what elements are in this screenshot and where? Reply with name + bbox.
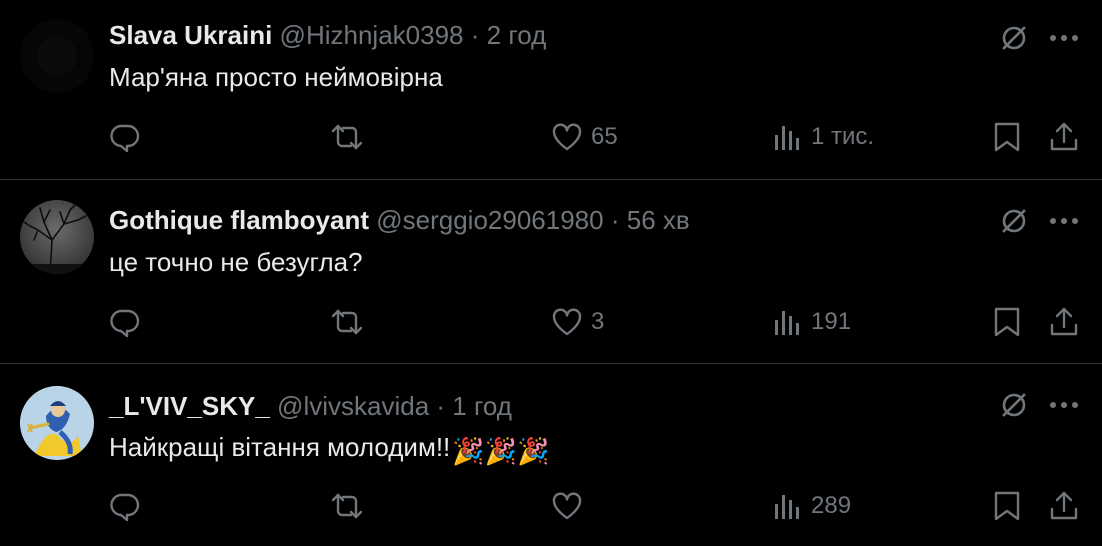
author-handle[interactable]: @lvivskavida [277, 391, 429, 421]
author-handle[interactable]: @serggio29061980 [376, 205, 603, 235]
reply-post[interactable]: Gothique flamboyant @serggio29061980 · 5… [0, 180, 1102, 364]
replies-feed: Slava Ukraini @Hizhnjak0398 · 2 год Мар'… [0, 0, 1102, 546]
post-time[interactable]: 56 хв [627, 205, 690, 235]
views-button[interactable]: 289 [773, 490, 851, 522]
post-time[interactable]: 1 год [452, 391, 512, 421]
views-button[interactable]: 1 тис. [773, 121, 874, 153]
party-popper-emoji: 🎉🎉🎉 [452, 436, 550, 466]
repost-icon [330, 490, 364, 522]
author-name[interactable]: Gothique flamboyant [109, 205, 369, 235]
post-text: Найкращі вітання молодим!!🎉🎉🎉 [109, 430, 549, 468]
grok-icon[interactable] [996, 387, 1032, 423]
views-count: 1 тис. [811, 123, 875, 150]
reply-button[interactable] [109, 490, 149, 522]
author-name[interactable]: Slava Ukraini [109, 20, 272, 50]
post-header: Slava Ukraini @Hizhnjak0398 · 2 год [109, 19, 546, 51]
post-text-content: Найкращі вітання молодим!! [109, 432, 451, 462]
reply-icon [109, 121, 141, 153]
separator-dot: · [436, 391, 446, 421]
views-button[interactable]: 191 [773, 306, 851, 338]
repost-icon [330, 306, 364, 338]
share-button[interactable] [1048, 121, 1080, 153]
bookmark-icon [992, 306, 1022, 338]
views-icon [773, 490, 803, 522]
views-count: 289 [811, 492, 852, 519]
reply-post[interactable]: _L'VIV_SKY_ @lvivskavida · 1 год Найкращ… [0, 364, 1102, 546]
reply-icon [109, 490, 141, 522]
separator-dot: · [470, 20, 480, 50]
views-icon [773, 306, 803, 338]
more-icon[interactable] [1046, 20, 1082, 56]
grok-icon[interactable] [996, 20, 1032, 56]
post-header: Gothique flamboyant @serggio29061980 · 5… [109, 204, 690, 236]
repost-button[interactable] [330, 306, 372, 338]
share-icon [1048, 306, 1080, 338]
avatar[interactable] [20, 19, 94, 93]
bookmark-button[interactable] [992, 121, 1022, 153]
repost-button[interactable] [330, 121, 372, 153]
like-button[interactable] [551, 490, 591, 522]
post-text: це точно не безугла? [109, 247, 363, 277]
bookmark-button[interactable] [992, 490, 1022, 522]
views-count: 191 [811, 308, 852, 335]
like-icon [551, 121, 583, 153]
reply-icon [109, 306, 141, 338]
like-button[interactable]: 3 [551, 306, 604, 338]
like-count: 65 [591, 123, 618, 150]
like-icon [551, 306, 583, 338]
bookmark-icon [992, 121, 1022, 153]
reply-button[interactable] [109, 306, 149, 338]
avatar[interactable] [20, 386, 94, 460]
bookmark-button[interactable] [992, 306, 1022, 338]
repost-icon [330, 121, 364, 153]
share-icon [1048, 490, 1080, 522]
more-icon[interactable] [1046, 203, 1082, 239]
share-button[interactable] [1048, 306, 1080, 338]
post-header: _L'VIV_SKY_ @lvivskavida · 1 год [109, 390, 512, 422]
reply-post[interactable]: Slava Ukraini @Hizhnjak0398 · 2 год Мар'… [0, 0, 1102, 180]
separator-dot: · [610, 205, 620, 235]
like-button[interactable]: 65 [551, 121, 618, 153]
like-icon [551, 490, 583, 522]
author-name[interactable]: _L'VIV_SKY_ [109, 391, 270, 421]
grok-icon[interactable] [996, 203, 1032, 239]
reply-button[interactable] [109, 121, 149, 153]
like-count: 3 [591, 308, 605, 335]
author-handle[interactable]: @Hizhnjak0398 [280, 20, 464, 50]
post-time[interactable]: 2 год [487, 20, 547, 50]
share-icon [1048, 121, 1080, 153]
avatar[interactable] [20, 200, 94, 274]
bookmark-icon [992, 490, 1022, 522]
repost-button[interactable] [330, 490, 372, 522]
more-icon[interactable] [1046, 387, 1082, 423]
views-icon [773, 121, 803, 153]
post-text: Мар'яна просто неймовірна [109, 62, 443, 92]
share-button[interactable] [1048, 490, 1080, 522]
